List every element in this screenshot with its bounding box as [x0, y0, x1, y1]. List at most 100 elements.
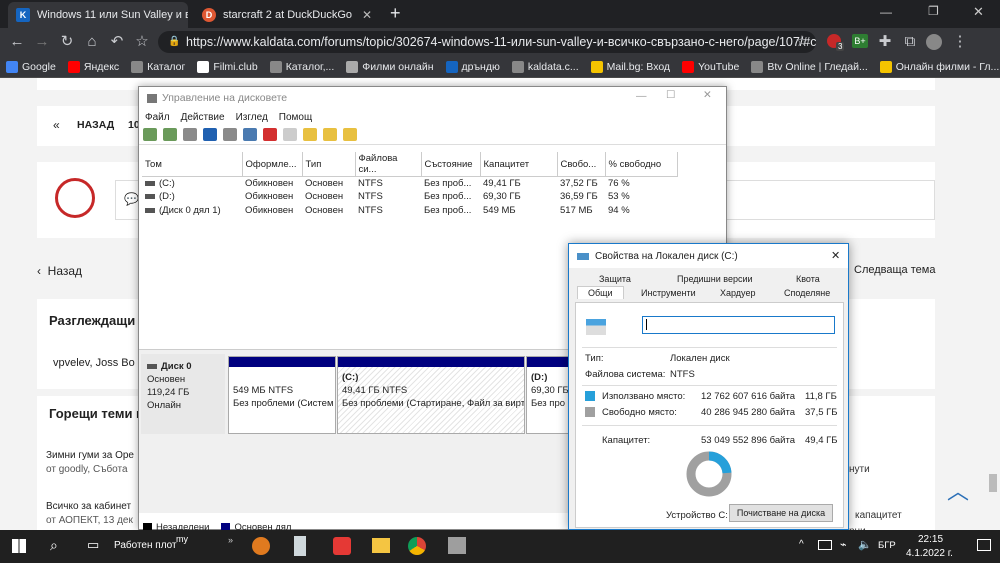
column-header[interactable]: Том — [142, 152, 243, 177]
notifications-icon[interactable] — [977, 539, 991, 551]
start-windows-icon[interactable] — [12, 539, 26, 553]
clock-date[interactable]: 4.1.2022 г. — [906, 548, 953, 559]
help-icon[interactable] — [203, 128, 217, 141]
partition-system[interactable]: 549 МБ NTFS Без проблеми (Систем — [228, 356, 336, 434]
bookmark-filmi-online[interactable]: Филми онлайн — [346, 60, 434, 73]
tab-tools[interactable]: Инструменти — [641, 288, 696, 298]
crop-icon[interactable]: ⧉ — [901, 33, 919, 51]
column-header[interactable]: Състояние — [421, 152, 481, 177]
column-header[interactable]: Оформле... — [242, 152, 303, 177]
bookmark-drandyu[interactable]: дръндю — [445, 60, 500, 73]
app-icon[interactable] — [252, 537, 270, 555]
tab-general[interactable]: Общи — [577, 286, 624, 299]
forward-icon[interactable] — [163, 128, 177, 141]
back-page-button[interactable]: НАЗАД — [77, 119, 114, 131]
tab-duckduckgo[interactable]: D starcraft 2 at DuckDuckGo ✕ — [194, 2, 380, 28]
desktop-label[interactable]: Работен плот — [114, 540, 177, 551]
language-indicator[interactable]: БГР — [878, 540, 896, 551]
first-page-icon[interactable]: « — [53, 118, 60, 132]
puzzle-icon[interactable]: ✚ — [876, 33, 894, 51]
column-header[interactable]: Файлова си... — [355, 152, 422, 177]
forward-icon[interactable]: → — [33, 33, 51, 51]
network-icon[interactable]: ⌁ — [840, 538, 847, 551]
check-icon[interactable] — [283, 128, 297, 141]
table-row[interactable]: (C:) Обикновен Основен NTFS Без проб... 49,4… — [142, 177, 677, 191]
hot-topic-link[interactable]: Всичко за кабинет — [46, 501, 131, 512]
close-tab-icon[interactable]: ✕ — [354, 8, 372, 22]
column-header[interactable]: % свободно — [605, 152, 678, 177]
list-icon[interactable] — [183, 128, 197, 141]
home-icon[interactable]: ⌂ — [83, 33, 101, 51]
close-icon[interactable]: ✕ — [831, 249, 840, 262]
bookmark-filmi-club[interactable]: Filmi.club — [197, 60, 258, 73]
disk-cleanup-button[interactable]: Почистване на диска — [729, 504, 833, 522]
menu-file[interactable]: Файл — [145, 112, 170, 123]
close-icon[interactable]: ✕ — [703, 89, 712, 101]
back-icon[interactable] — [143, 128, 157, 141]
tab-quota[interactable]: Квота — [796, 274, 820, 284]
task-view-icon[interactable]: ▭ — [87, 537, 99, 553]
tab-sharing[interactable]: Споделяне — [784, 288, 830, 298]
maximize-icon[interactable]: ☐ — [666, 89, 675, 101]
column-header[interactable]: Свобо... — [557, 152, 606, 177]
properties-icon[interactable] — [223, 128, 237, 141]
view-icon[interactable] — [343, 128, 357, 141]
table-row[interactable]: (Диск 0 дял 1) Обикновен Основен NTFS Без п… — [142, 204, 677, 218]
bookmark-kaldata[interactable]: kaldata.c... — [511, 60, 579, 73]
close-window-icon[interactable]: ✕ — [973, 4, 984, 20]
bookmark-btv[interactable]: Btv Online | Гледай... — [751, 60, 868, 73]
bookmark-online-filmi[interactable]: Онлайн филми - Гл... — [879, 60, 999, 73]
chrome-icon[interactable] — [408, 537, 426, 555]
search-icon[interactable]: ⌕ — [50, 537, 58, 554]
disk-mgmt-taskbar-icon[interactable] — [448, 537, 466, 554]
expand-icon[interactable]: » — [228, 535, 233, 545]
extension-b-icon[interactable]: B+ — [852, 34, 868, 48]
folder-icon[interactable] — [303, 128, 317, 141]
connect-icon[interactable] — [243, 128, 257, 141]
volume-icon[interactable]: 🔈 — [858, 538, 872, 551]
clock-time[interactable]: 22:15 — [918, 534, 943, 545]
bookmark-catalog[interactable]: Каталог — [131, 60, 185, 73]
tab-kaldata[interactable]: K Windows 11 или Sun Valley и вс ✕ — [8, 2, 188, 28]
bookmark-google[interactable]: Google — [6, 60, 56, 73]
prev-topic-link[interactable]: ‹ Назад — [37, 264, 82, 278]
tray-expand-icon[interactable]: ^ — [799, 539, 804, 550]
tab-previous-versions[interactable]: Предишни версии — [677, 274, 753, 284]
new-tab-button[interactable]: + — [390, 3, 401, 24]
menu-view[interactable]: Изглед — [236, 112, 268, 123]
partition-c[interactable]: (C:) 49,41 ГБ NTFS Без проблеми (Стартир… — [337, 356, 525, 434]
reload-icon[interactable]: ↻ — [58, 33, 76, 51]
bookmark-youtube[interactable]: YouTube — [682, 60, 739, 73]
tab-protection[interactable]: Защита — [599, 274, 631, 284]
volume-name-input[interactable] — [642, 316, 835, 334]
star-icon[interactable]: ☆ — [793, 33, 811, 51]
hot-topic-link[interactable]: Зимни гуми за Оре — [46, 450, 134, 461]
address-bar[interactable]: 🔒 https://www.kaldata.com/forums/topic/3… — [158, 31, 816, 53]
undo-icon[interactable]: ↶ — [108, 33, 126, 51]
menu-icon[interactable]: ⋮ — [951, 33, 969, 51]
back-icon[interactable]: ← — [8, 33, 26, 51]
bookmark-mailbg[interactable]: Mail.bg: Вход — [590, 60, 670, 73]
notepad-icon[interactable] — [294, 536, 306, 556]
maximize-icon[interactable]: ❐ — [928, 4, 939, 18]
minimize-icon[interactable]: — — [880, 5, 892, 19]
bookmark-yandex[interactable]: Яндекс — [67, 60, 119, 73]
menu-action[interactable]: Действие — [181, 112, 225, 123]
disk-info[interactable]: Диск 0 Основен 119,24 ГБ Онлайн — [141, 354, 225, 434]
folder-label[interactable]: my — [176, 534, 188, 544]
battery-icon[interactable] — [818, 540, 832, 550]
scrollbar-thumb[interactable] — [989, 474, 997, 492]
column-header[interactable]: Капацитет — [480, 152, 558, 177]
paint-icon[interactable] — [333, 537, 351, 555]
open-icon[interactable] — [323, 128, 337, 141]
bookmark-star-icon[interactable]: ☆ — [133, 33, 151, 51]
avatar[interactable] — [926, 34, 942, 50]
minimize-icon[interactable]: — — [636, 90, 647, 102]
next-topic-link[interactable]: Следваща тема — [854, 264, 935, 276]
file-explorer-icon[interactable] — [372, 538, 390, 553]
delete-icon[interactable] — [263, 128, 277, 141]
table-row[interactable]: (D:) Обикновен Основен NTFS Без проб... 69,3… — [142, 190, 677, 204]
scroll-top-icon[interactable]: ︿ — [947, 474, 969, 506]
menu-help[interactable]: Помощ — [279, 112, 312, 123]
tab-hardware[interactable]: Хардуер — [720, 288, 755, 298]
